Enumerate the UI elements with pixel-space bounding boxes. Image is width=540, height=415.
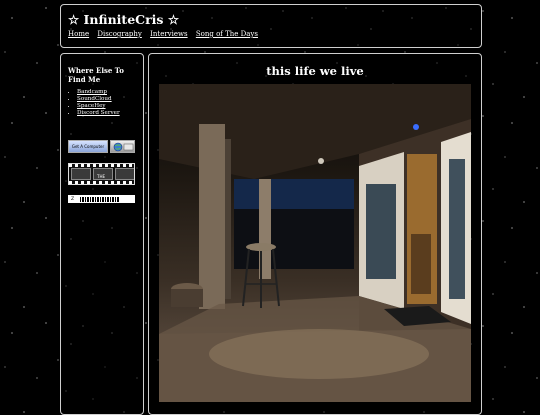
discord-server-link[interactable]: Discord Server [77, 110, 120, 116]
site-title: ☆ InfiniteCris ☆ [68, 12, 180, 27]
nav-home-link[interactable]: Home [68, 30, 89, 38]
get-a-computer-label: Get A Computer [71, 144, 105, 149]
patio-photo [159, 84, 471, 402]
main-nav: Home Discography Interviews Song of The … [68, 30, 264, 38]
main-panel: this life we live [148, 53, 482, 415]
nav-song-of-the-days-link[interactable]: Song of The Days [196, 30, 258, 38]
sidebar-links: Bandcamp SoundCloud SpaceHey Discord Ser… [68, 89, 120, 117]
sidebar-heading: Where Else To Find Me [68, 66, 124, 84]
globe-icon [113, 142, 133, 151]
list-item: SoundCloud [77, 96, 120, 103]
bandcamp-link[interactable]: Bandcamp [77, 89, 107, 95]
get-a-computer-badge[interactable]: Get A Computer [68, 140, 108, 153]
nav-interviews-link[interactable]: Interviews [150, 30, 188, 38]
spacehey-link[interactable]: SpaceHey [77, 103, 106, 109]
film-frame [71, 168, 91, 180]
film-label: THE [97, 174, 105, 179]
list-item: Bandcamp [77, 89, 120, 96]
site-header: ☆ InfiniteCris ☆ Home Discography Interv… [60, 4, 482, 48]
film-sprocket-bottom [69, 181, 134, 184]
barcode-badge[interactable]: Z [68, 195, 135, 203]
film-sprocket-top [69, 164, 134, 167]
list-item: Discord Server [77, 110, 120, 117]
soundcloud-link[interactable]: SoundCloud [77, 96, 112, 102]
sidebar: Where Else To Find Me Bandcamp SoundClou… [60, 53, 144, 415]
nav-discography-link[interactable]: Discography [97, 30, 142, 38]
list-item: SpaceHey [77, 103, 120, 110]
globe-badge[interactable] [110, 140, 135, 153]
film-frame [115, 168, 134, 180]
film-strip-badge[interactable]: THE [68, 163, 135, 185]
patio-scene-image [159, 84, 471, 402]
barcode-badge-letter: Z [71, 196, 75, 202]
barcode-icon [80, 196, 121, 202]
page-title: this life we live [266, 64, 364, 78]
